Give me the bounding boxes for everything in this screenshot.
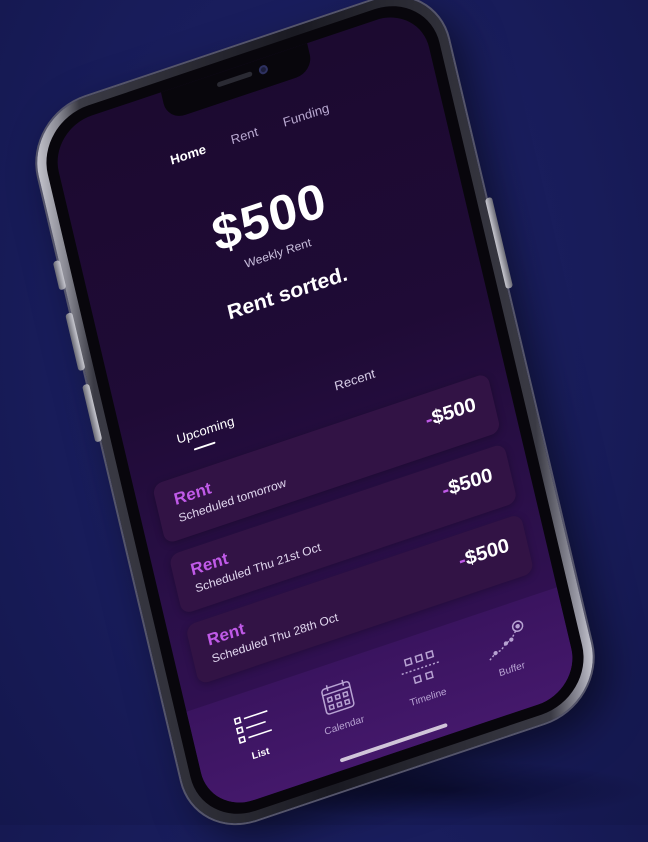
timeline-icon [401, 649, 441, 685]
buffer-icon [489, 620, 524, 661]
payment-amount: -$500 [423, 394, 478, 433]
phone: Home Rent Funding $500 Weekly Rent Rent … [24, 0, 606, 841]
tab-list[interactable]: List [212, 696, 300, 772]
front-camera [258, 63, 269, 76]
payment-value: $500 [429, 393, 479, 430]
speaker [216, 71, 253, 88]
app-screen: Home Rent Funding $500 Weekly Rent Rent … [48, 5, 582, 815]
stage: Home Rent Funding $500 Weekly Rent Rent … [0, 0, 648, 841]
tab-calendar[interactable]: Calendar [296, 668, 384, 744]
nav-funding[interactable]: Funding [281, 100, 330, 130]
payment-value: $500 [446, 464, 495, 500]
tab-timeline[interactable]: Timeline [380, 640, 468, 716]
tab-buffer-label: Buffer [497, 660, 527, 680]
tab-upcoming[interactable]: Upcoming [175, 413, 235, 446]
tab-buffer[interactable]: Buffer [463, 612, 551, 688]
tab-list-label: List [250, 745, 271, 763]
nav-home[interactable]: Home [169, 141, 208, 167]
payment-amount: -$500 [440, 464, 495, 503]
tab-recent[interactable]: Recent [333, 366, 377, 394]
nav-rent[interactable]: Rent [229, 124, 259, 147]
list-icon [233, 710, 272, 745]
payment-amount: -$500 [457, 535, 512, 574]
calendar-icon [321, 679, 355, 715]
tab-upcoming-underline [193, 441, 216, 451]
payment-value: $500 [463, 534, 512, 571]
